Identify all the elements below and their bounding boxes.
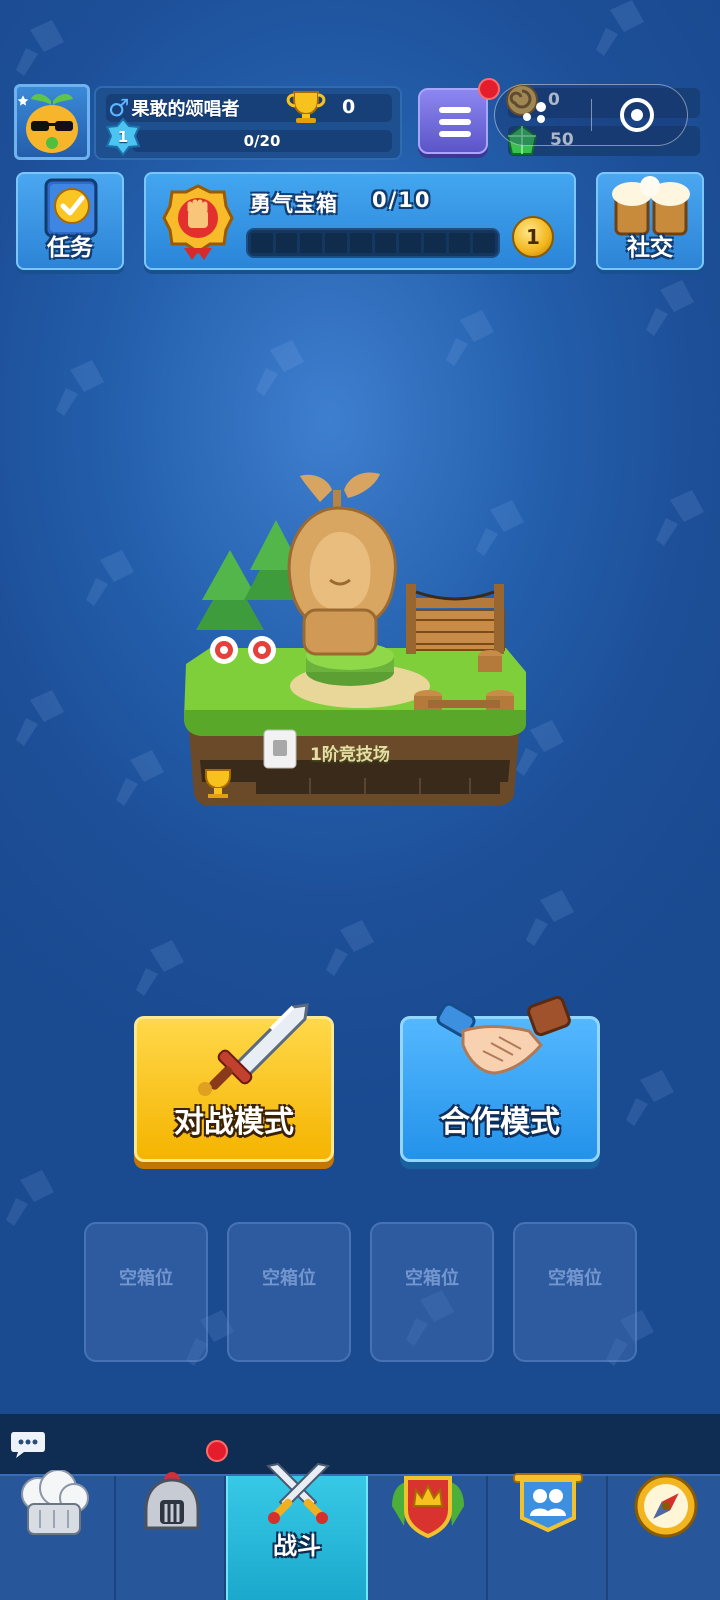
speech-bubble-icon[interactable] (10, 1428, 46, 1460)
nav-tab-chef[interactable] (0, 1470, 116, 1600)
nav-tab-clan[interactable] (488, 1473, 608, 1600)
progress-segment (423, 233, 446, 253)
social-button[interactable]: 社交 (596, 172, 704, 270)
battle-mode-button[interactable]: 对战模式 (134, 1003, 334, 1162)
tasks-button[interactable]: 任务 (16, 172, 124, 270)
trophy-icon (286, 91, 326, 123)
sword-icon (198, 1003, 309, 1096)
level-number: 1 (117, 128, 129, 146)
sprout-sunglasses-avatar-icon (17, 94, 78, 153)
progress-segment (251, 233, 273, 253)
progress-segment (300, 233, 323, 253)
nav-tab-battle-label: 战斗 (273, 1532, 321, 1560)
trophy-count: 0 (342, 96, 356, 118)
heroes-notification-dot (206, 1440, 228, 1462)
crossed-swords-icon (265, 1462, 331, 1524)
menu-notification-dot (478, 78, 500, 100)
nav-tab-explore[interactable] (608, 1474, 720, 1600)
progress-segment (349, 233, 372, 253)
knight-helmet-icon (144, 1472, 200, 1530)
progress-segment (399, 233, 421, 253)
chest-progress-text: 0/10 (372, 188, 432, 212)
hamburger-line (439, 131, 471, 137)
chat-strip[interactable] (0, 1414, 720, 1474)
chest-slot-label: 空箱位 (119, 1268, 173, 1289)
clan-banner-icon (513, 1473, 583, 1533)
courage-chest-panel[interactable]: 勇气宝箱 0/10 1 (144, 172, 576, 270)
battle-mode-label: 对战模式 (174, 1105, 294, 1140)
level-badge: 1 (104, 118, 142, 156)
chest-progress-bar (246, 228, 500, 258)
player-name: 果敢的颂唱者 (131, 99, 240, 120)
nav-tab-heroes[interactable] (116, 1472, 226, 1600)
chest-slot[interactable]: 空箱位 (227, 1222, 351, 1362)
profile-panel[interactable]: ♂ 果敢的颂唱者 0 0/20 1 (94, 86, 402, 160)
player-avatar[interactable] (14, 84, 90, 160)
hamburger-menu-icon (439, 107, 471, 113)
fist-badge-icon (162, 184, 234, 260)
coop-mode-button[interactable]: 合作模式 (400, 995, 600, 1162)
social-label: 社交 (627, 235, 673, 261)
menu-button[interactable] (418, 88, 488, 154)
chest-slot-label: 空箱位 (262, 1268, 316, 1289)
name-row: ♂ 果敢的颂唱者 0 (106, 91, 392, 123)
chef-hat-icon (21, 1470, 89, 1535)
crown-shield-icon (392, 1476, 464, 1538)
progress-segment (374, 233, 397, 253)
chest-slot-label: 空箱位 (548, 1268, 602, 1289)
xp-progress: 0/20 (132, 130, 392, 152)
chest-slot[interactable]: 空箱位 (513, 1222, 637, 1362)
chest-slot[interactable]: 空箱位 (370, 1222, 494, 1362)
chest-slot-label: 空箱位 (405, 1268, 459, 1289)
progress-segment (275, 233, 298, 253)
more-dots-icon[interactable] (509, 95, 569, 135)
handshake-icon (436, 995, 571, 1075)
compass-icon (634, 1474, 698, 1538)
progress-segment (473, 233, 496, 253)
nav-tab-battle[interactable]: 战斗 (226, 1462, 368, 1600)
nav-tab-ranking[interactable] (368, 1476, 488, 1600)
coop-mode-label: 合作模式 (440, 1105, 560, 1140)
target-close-icon[interactable] (617, 95, 657, 135)
arena-name: 1阶竞技场 (310, 745, 390, 765)
progress-segment (325, 233, 347, 253)
hamburger-line (439, 119, 471, 125)
capsule-divider (591, 99, 592, 131)
tasks-label: 任务 (47, 235, 93, 261)
chest-slot[interactable]: 空箱位 (84, 1222, 208, 1362)
progress-segment (448, 233, 471, 253)
miniprogram-capsule (494, 84, 688, 146)
bottom-navigation: 战斗 (0, 1440, 720, 1600)
chest-title: 勇气宝箱 (250, 192, 338, 216)
chest-coin-badge: 1 (512, 216, 554, 258)
chest-coin-count: 1 (526, 225, 540, 249)
